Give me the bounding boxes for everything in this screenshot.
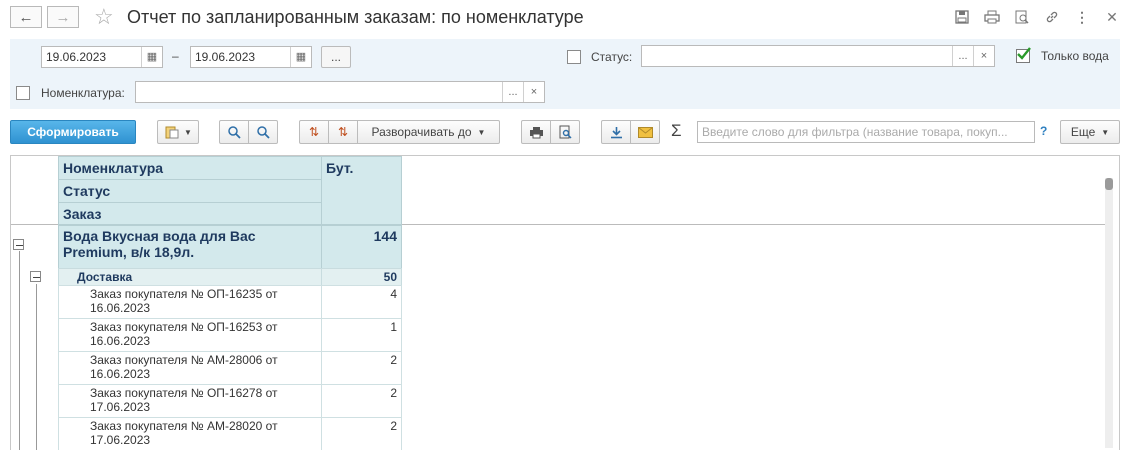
forward-icon: →: [55, 8, 71, 26]
print-icon: [529, 126, 543, 138]
search-replace-icon: [257, 125, 270, 139]
forward-button[interactable]: →: [47, 6, 79, 28]
collapse-subgroup-icon[interactable]: [30, 271, 41, 282]
table-row-qty: 4: [321, 285, 402, 319]
table-row-qty: 1: [321, 318, 402, 352]
header-order: Заказ: [58, 202, 322, 225]
nomenclature-checkbox[interactable]: [16, 86, 30, 100]
status-field[interactable]: × ...: [641, 45, 995, 67]
only-water-checkbox[interactable]: [1016, 47, 1031, 63]
table-row-order: Заказ покупателя № АМ-28006 от 16.06.202…: [58, 351, 322, 385]
scrollbar-thumb[interactable]: [1105, 178, 1113, 190]
expand-to-button[interactable]: Разворачивать до ▼: [357, 120, 500, 144]
generate-button[interactable]: Сформировать: [10, 120, 136, 144]
filter-search-input[interactable]: Введите слово для фильтра (название това…: [697, 121, 1035, 143]
tree-line: [19, 251, 20, 450]
nomenclature-field[interactable]: × ...: [135, 81, 545, 103]
table-row-order: Заказ покупателя № АМ-28020 от 17.06.202…: [58, 417, 322, 450]
report-spreadsheet[interactable]: Номенклатура Статус Заказ Бут. Вода Вкус…: [10, 155, 1120, 450]
expand-all-button[interactable]: ⇅: [299, 120, 329, 144]
only-water-label: Только вода: [1041, 49, 1109, 63]
status-label: Статус:: [591, 50, 633, 64]
status-select-button[interactable]: ...: [952, 46, 973, 66]
variants-menu-button[interactable]: ▼: [157, 120, 199, 144]
page-title: Отчет по запланированным заказам: по ном…: [127, 7, 584, 27]
print-button[interactable]: [521, 120, 551, 144]
subgroup-qty: 50: [321, 268, 402, 286]
period-select-button[interactable]: ...: [321, 46, 351, 68]
header-qty: Бут.: [321, 156, 402, 225]
preview-icon: [559, 125, 572, 139]
table-row-order: Заказ покупателя № ОП-16253 от 16.06.202…: [58, 318, 322, 352]
collapse-tree-icon: ⇅: [337, 125, 349, 139]
table-row-order: Заказ покупателя № ОП-16278 от 17.06.202…: [58, 384, 322, 418]
help-icon[interactable]: ?: [1040, 124, 1047, 138]
date-to-field[interactable]: 19.06.2023 ▦: [190, 46, 312, 68]
envelope-icon: [637, 126, 653, 138]
group-qty: 144: [321, 225, 402, 269]
search-button[interactable]: [219, 120, 249, 144]
expand-tree-icon: ⇅: [308, 125, 320, 139]
back-button[interactable]: ←: [10, 6, 42, 28]
calendar-icon[interactable]: ▦: [141, 47, 162, 67]
table-row-order: Заказ покупателя № ОП-16235 от 16.06.202…: [58, 285, 322, 319]
status-checkbox[interactable]: [567, 50, 581, 64]
header-nomenclature: Номенклатура: [58, 156, 322, 180]
sum-icon[interactable]: Σ: [671, 121, 682, 141]
search-next-button[interactable]: [248, 120, 278, 144]
table-row-qty: 2: [321, 351, 402, 385]
status-clear-button[interactable]: ×: [973, 46, 994, 66]
chevron-down-icon: ▼: [184, 127, 192, 137]
preview-icon[interactable]: [1013, 8, 1031, 26]
date-from-value: 19.06.2023: [46, 50, 107, 64]
send-email-button[interactable]: [630, 120, 660, 144]
nomenclature-select-button[interactable]: ...: [502, 82, 523, 102]
save-icon[interactable]: [953, 8, 971, 26]
link-icon[interactable]: [1043, 8, 1061, 26]
date-from-field[interactable]: 19.06.2023 ▦: [41, 46, 163, 68]
checkmark-icon: [1017, 47, 1031, 60]
back-icon: ←: [18, 8, 34, 26]
more-vert-icon[interactable]: ⋮: [1073, 8, 1091, 26]
tree-line: [36, 284, 37, 450]
chevron-down-icon: ▼: [477, 127, 486, 137]
vertical-scrollbar[interactable]: [1105, 178, 1113, 448]
subgroup-name: Доставка: [58, 268, 322, 286]
more-button[interactable]: Еще ▼: [1060, 120, 1120, 144]
close-icon[interactable]: ✕: [1103, 8, 1121, 26]
collapse-group-icon[interactable]: [13, 239, 24, 250]
chevron-down-icon: ▼: [1101, 127, 1110, 137]
calendar-icon[interactable]: ▦: [290, 47, 311, 67]
clipboard-icon: [165, 126, 179, 139]
print-icon[interactable]: [983, 8, 1001, 26]
save-to-file-button[interactable]: [601, 120, 631, 144]
header-status: Статус: [58, 179, 322, 203]
table-row-qty: 2: [321, 384, 402, 418]
date-separator: –: [172, 49, 179, 63]
nomenclature-clear-button[interactable]: ×: [523, 82, 544, 102]
nomenclature-label: Номенклатура:: [41, 86, 125, 100]
preview-button[interactable]: [550, 120, 580, 144]
favorite-star-icon[interactable]: ☆: [94, 4, 114, 30]
group-name: Вода Вкусная вода для Вас Premium, в/к 1…: [58, 225, 322, 269]
search-icon: [227, 125, 241, 139]
download-icon: [610, 126, 622, 138]
date-to-value: 19.06.2023: [195, 50, 256, 64]
collapse-all-button[interactable]: ⇅: [328, 120, 358, 144]
table-row-qty: 2: [321, 417, 402, 450]
